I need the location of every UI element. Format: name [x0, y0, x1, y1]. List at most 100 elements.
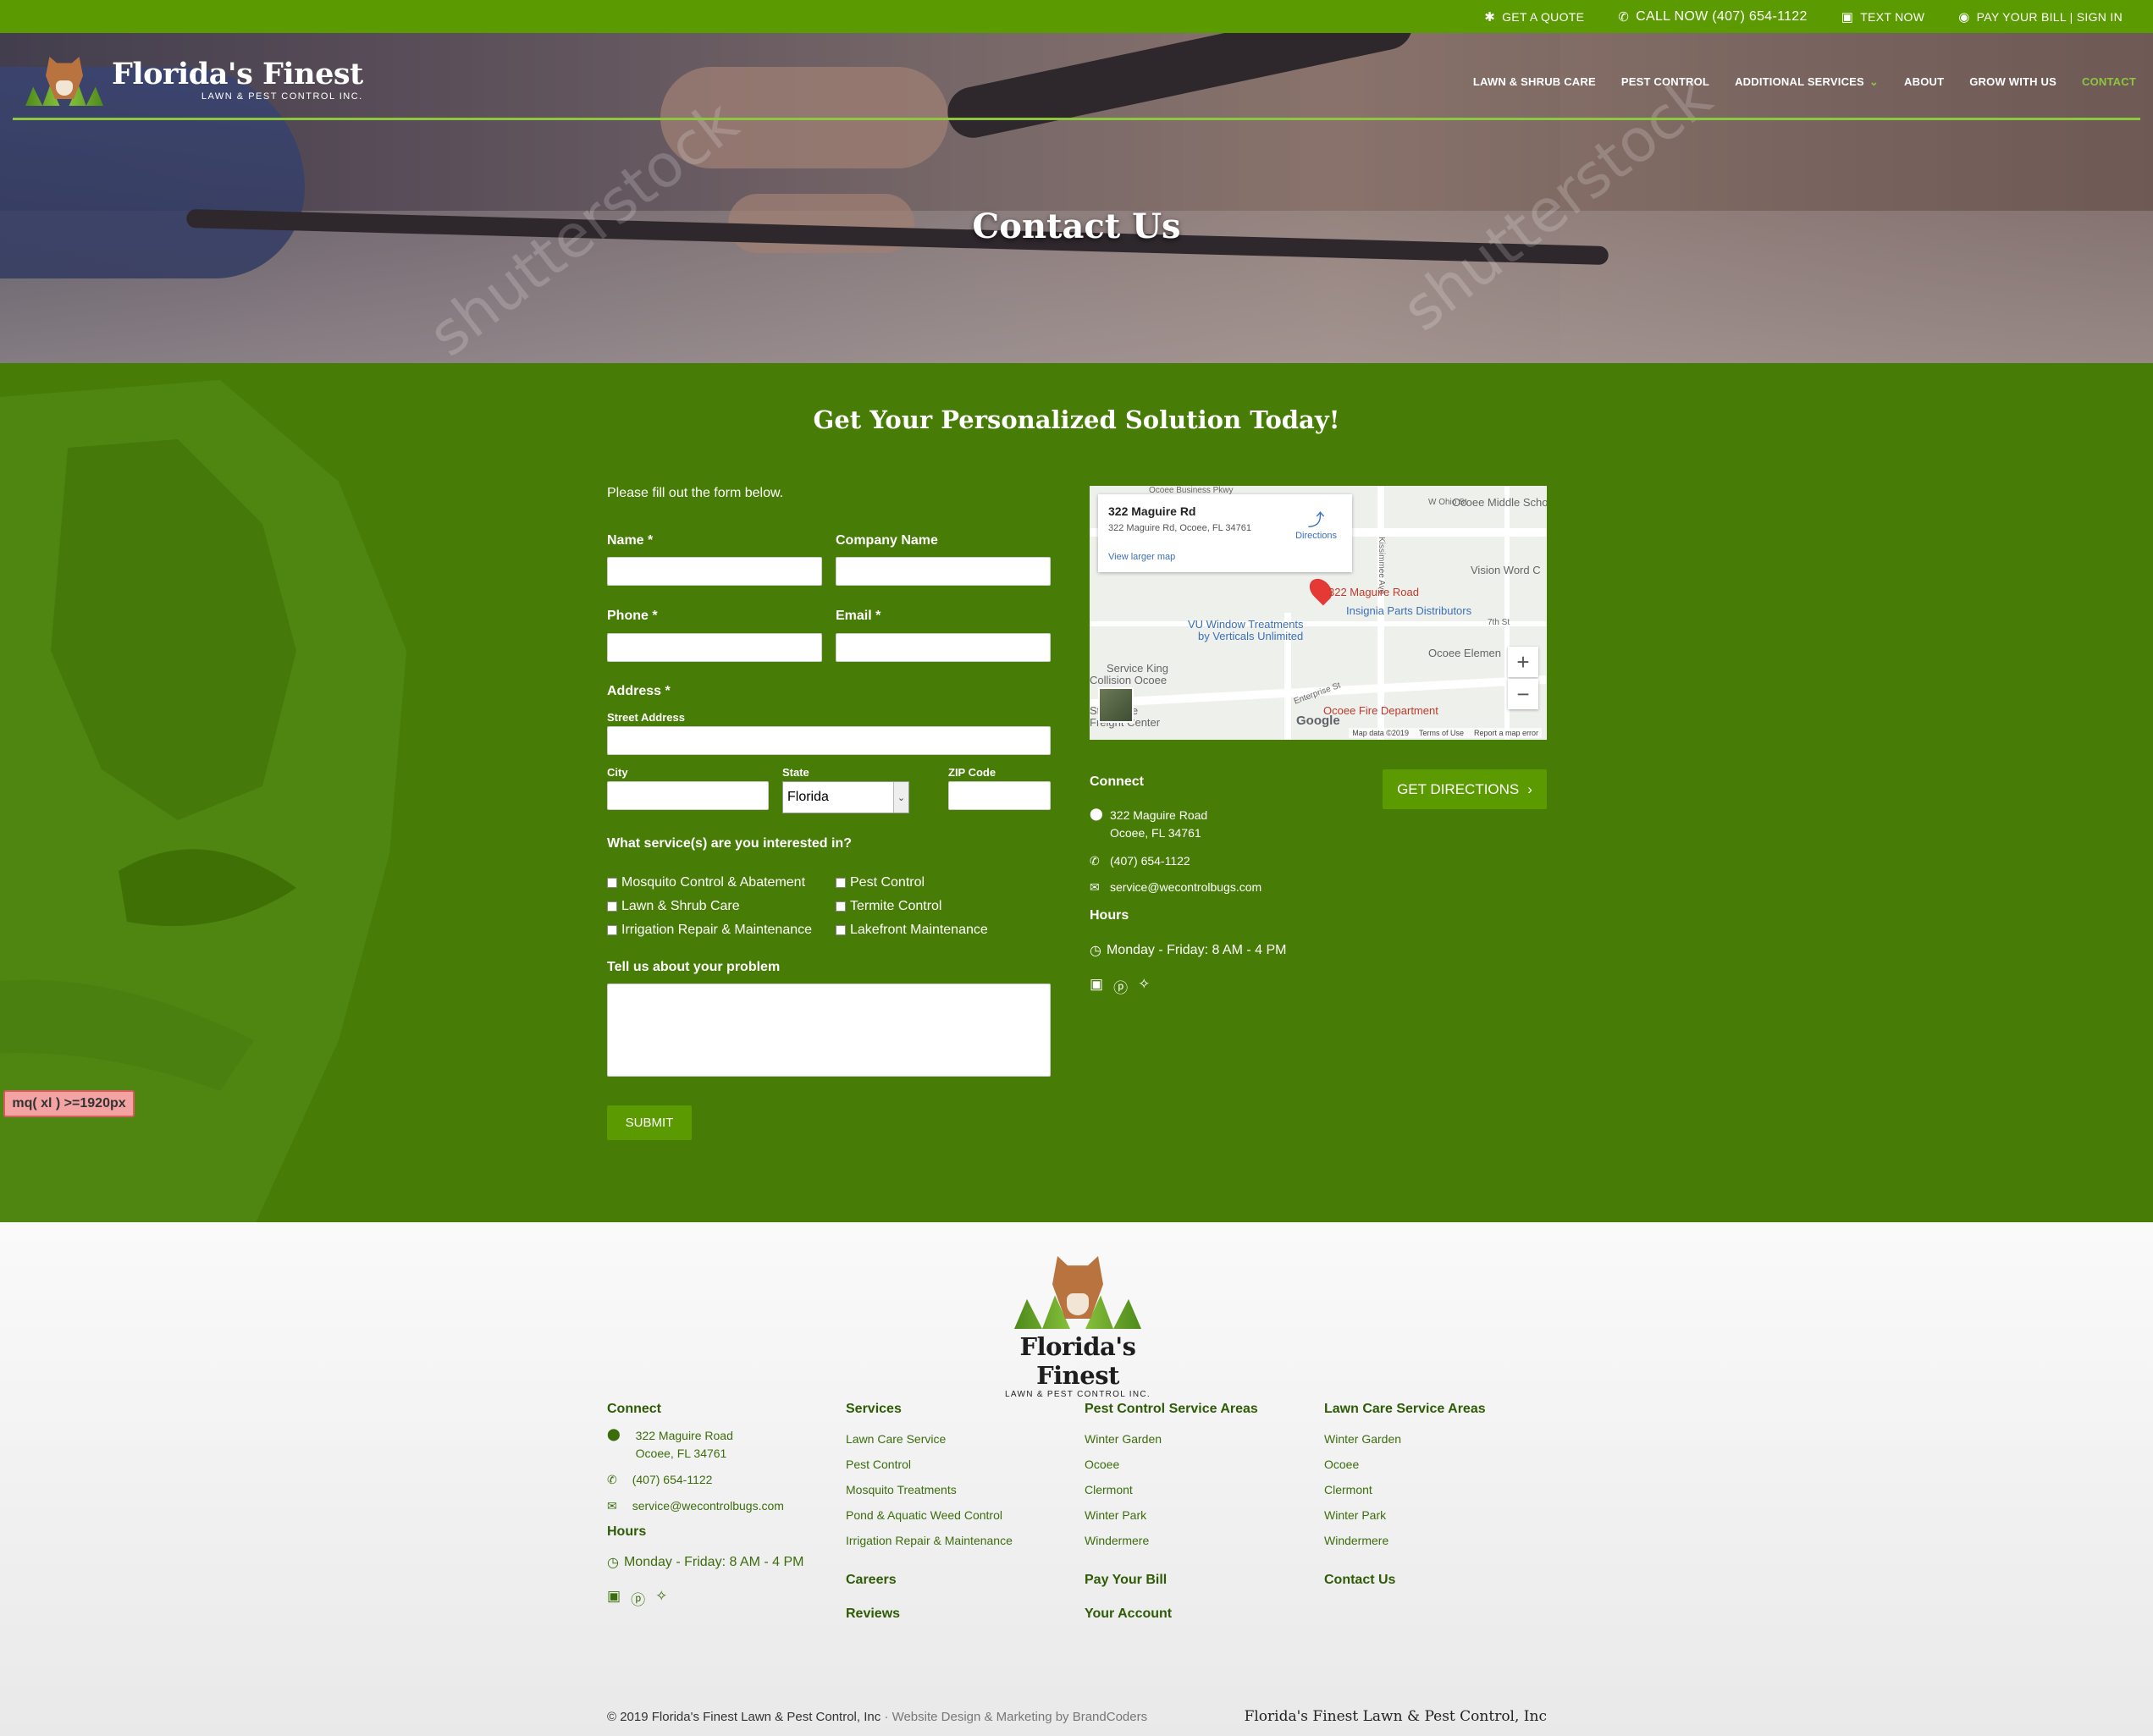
pay-bill-link[interactable]: ◉ PAY YOUR BILL | SIGN IN: [1958, 9, 2123, 25]
problem-textarea[interactable]: [607, 984, 1051, 1077]
service-checkbox[interactable]: Pest Control: [836, 875, 925, 890]
service-checkbox[interactable]: Termite Control: [836, 899, 941, 914]
footer-link[interactable]: Winter Garden: [1324, 1432, 1544, 1446]
submit-button[interactable]: SUBMIT: [607, 1105, 692, 1140]
footer-services-heading: Services: [846, 1402, 902, 1416]
footer-link[interactable]: Windermere: [1085, 1534, 1305, 1547]
service-checkbox[interactable]: Mosquito Control & Abatement: [607, 875, 805, 890]
nav-lawn-shrub-care[interactable]: LAWN & SHRUB CARE: [1473, 75, 1596, 89]
phone-label: Phone *: [607, 609, 658, 623]
text-now-link[interactable]: ▣ TEXT NOW: [1841, 9, 1925, 25]
footer-link[interactable]: Pest Control: [846, 1458, 1066, 1471]
top-utility-bar: ✱ GET A QUOTE ✆ CALL NOW (407) 654-1122 ▣ T…: [0, 0, 2153, 33]
footer-logo-title: Florida's Finest: [1019, 1332, 1136, 1390]
footer-link[interactable]: Clermont: [1085, 1483, 1305, 1496]
checkbox[interactable]: [836, 901, 846, 912]
city-label: City: [607, 766, 628, 779]
site-logo[interactable]: Florida's Finest LAWN & PEST CONTROL INC…: [25, 55, 363, 106]
city-field[interactable]: [607, 781, 769, 810]
nav-contact[interactable]: CONTACT: [2082, 75, 2136, 89]
footer-link[interactable]: Ocoee: [1085, 1458, 1305, 1471]
footer-account-link[interactable]: Your Account: [1085, 1606, 1172, 1622]
phone-icon: ✆: [1618, 9, 1630, 25]
footer-hours-heading: Hours: [607, 1524, 647, 1539]
get-directions-button[interactable]: GET DIRECTIONS ›: [1383, 769, 1547, 809]
page-title: Contact Us: [972, 207, 1181, 246]
phone-icon: ✆: [607, 1473, 617, 1486]
phone-field[interactable]: [607, 633, 822, 662]
hours-heading: Hours: [1090, 908, 1129, 923]
call-now-link[interactable]: ✆ CALL NOW (407) 654-1122: [1618, 9, 1807, 25]
footer-link[interactable]: Mosquito Treatments: [846, 1483, 1066, 1496]
service-checkbox[interactable]: Lawn & Shrub Care: [607, 899, 740, 914]
company-label: Company Name: [836, 533, 938, 548]
footer-link[interactable]: Winter Park: [1085, 1508, 1305, 1522]
footer-link[interactable]: Irrigation Repair & Maintenance: [846, 1534, 1066, 1547]
checkbox[interactable]: [607, 925, 617, 935]
footer-link[interactable]: Clermont: [1324, 1483, 1544, 1496]
footer-reviews-link[interactable]: Reviews: [846, 1606, 900, 1622]
clock-icon: ◷: [1090, 944, 1101, 958]
footer-logo[interactable]: Florida's Finest LAWN & PEST CONTROL INC…: [995, 1256, 1161, 1399]
twitter-icon[interactable]: ✧: [1138, 976, 1150, 997]
facebook-icon[interactable]: ▣: [607, 1588, 621, 1609]
view-larger-map-link[interactable]: View larger map: [1108, 552, 1175, 562]
state-select[interactable]: Florida ⌄: [782, 781, 909, 813]
footer-services: Services Lawn Care Service Pest Control …: [846, 1402, 1066, 1639]
footer-careers-link[interactable]: Careers: [846, 1573, 897, 1588]
services-label: What service(s) are you interested in?: [607, 836, 852, 851]
service-checkbox[interactable]: Irrigation Repair & Maintenance: [607, 923, 812, 938]
name-field[interactable]: [607, 557, 822, 586]
connect-heading: Connect: [1090, 774, 1144, 789]
company-field[interactable]: [836, 557, 1051, 586]
street-address-field[interactable]: [607, 726, 1051, 755]
pinterest-icon[interactable]: ⓟ: [631, 1588, 645, 1609]
footer-link[interactable]: Pond & Aquatic Weed Control: [846, 1508, 1066, 1522]
footer-link[interactable]: Winter Garden: [1085, 1432, 1305, 1446]
footer-pay-bill-link[interactable]: Pay Your Bill: [1085, 1573, 1167, 1588]
street-view-thumbnail[interactable]: [1098, 687, 1134, 723]
footer-link[interactable]: Windermere: [1324, 1534, 1544, 1547]
map-place-name: 322 Maguire Rd: [1108, 504, 1196, 518]
designer-credit-link[interactable]: · Website Design & Marketing by BrandCod…: [884, 1710, 1147, 1724]
connect-phone[interactable]: ✆ (407) 654-1122: [1090, 854, 1190, 868]
twitter-icon[interactable]: ✧: [655, 1588, 667, 1609]
service-checkbox[interactable]: Lakefront Maintenance: [836, 923, 988, 938]
google-map[interactable]: Ocoee Business Pkwy W Ohio St Ocoee Midd…: [1090, 486, 1547, 740]
footer-link[interactable]: Winter Park: [1324, 1508, 1544, 1522]
main-nav: LAWN & SHRUB CARE PEST CONTROL ADDITIONA…: [1473, 75, 2136, 89]
envelope-icon: ✉: [607, 1499, 617, 1513]
facebook-icon[interactable]: ▣: [1090, 976, 1103, 997]
checkbox[interactable]: [836, 878, 846, 888]
form-intro: Please fill out the form below.: [607, 486, 784, 500]
nav-additional-services[interactable]: ADDITIONAL SERVICES ⌄: [1735, 75, 1879, 89]
checkbox[interactable]: [607, 878, 617, 888]
footer-link[interactable]: Lawn Care Service: [846, 1432, 1066, 1446]
get-quote-link[interactable]: ✱ GET A QUOTE: [1484, 9, 1584, 25]
footer-email[interactable]: ✉ service@wecontrolbugs.com: [607, 1499, 784, 1513]
cougar-logo-icon: [25, 55, 103, 106]
email-label: Email *: [836, 609, 881, 623]
zip-field[interactable]: [948, 781, 1051, 810]
hours-text: ◷ Monday - Friday: 8 AM - 4 PM: [1090, 943, 1287, 958]
email-field[interactable]: [836, 633, 1051, 662]
connect-address: ⬤ 322 Maguire Road Ocoee, FL 34761: [1090, 807, 1207, 842]
nav-pest-control[interactable]: PEST CONTROL: [1621, 75, 1709, 89]
address-label: Address *: [607, 684, 671, 698]
chevron-down-icon: ⌄: [893, 782, 908, 813]
nav-about[interactable]: ABOUT: [1904, 75, 1944, 89]
nav-grow-with-us[interactable]: GROW WITH US: [1969, 75, 2056, 89]
dollar-icon: ◉: [1958, 9, 1970, 25]
map-directions-button[interactable]: ⤴ Directions: [1295, 506, 1337, 541]
chevron-down-icon: ⌄: [1869, 75, 1880, 88]
checkbox[interactable]: [836, 925, 846, 935]
footer-phone[interactable]: ✆ (407) 654-1122: [607, 1473, 712, 1487]
zoom-in-button[interactable]: +: [1508, 647, 1538, 677]
footer-contact-link[interactable]: Contact Us: [1324, 1573, 1395, 1588]
checkbox[interactable]: [607, 901, 617, 912]
pinterest-icon[interactable]: ⓟ: [1113, 976, 1128, 997]
zoom-out-button[interactable]: −: [1508, 679, 1538, 709]
footer-link[interactable]: Ocoee: [1324, 1458, 1544, 1471]
connect-email[interactable]: ✉ service@wecontrolbugs.com: [1090, 880, 1261, 895]
contact-section: Get Your Personalized Solution Today! Pl…: [0, 363, 2153, 1222]
